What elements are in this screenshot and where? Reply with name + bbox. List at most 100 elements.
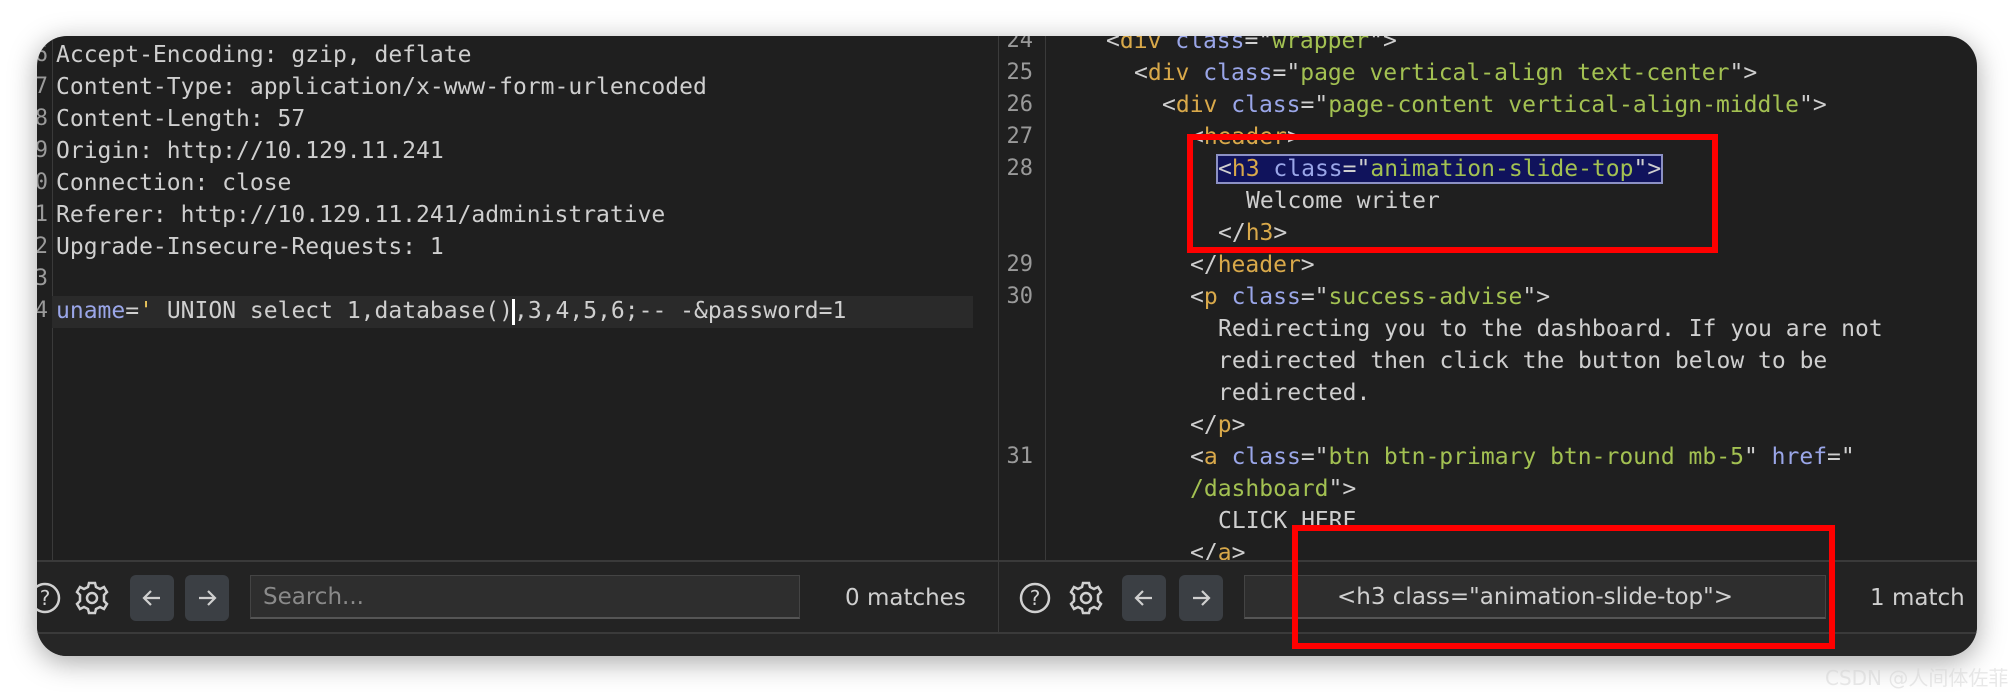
line-number <box>999 537 1033 560</box>
token-txt: Content-Type: application/x-www-form-url… <box>56 74 707 100</box>
request-line: Content-Type: application/x-www-form-url… <box>56 71 707 103</box>
help-button[interactable]: ? <box>1013 575 1057 621</box>
gear-icon <box>75 581 109 615</box>
response-line: redirected. <box>1218 377 1370 409</box>
token-key: uname <box>56 298 126 324</box>
token-txt: "> <box>1729 60 1758 86</box>
token-tag: a <box>1217 540 1232 560</box>
token-txt: UNION select 1,database() <box>152 298 513 324</box>
gutter-divider <box>1045 36 1046 560</box>
response-line: Redirecting you to the dashboard. If you… <box>1218 313 1883 345</box>
token-tag: p <box>1217 412 1232 438</box>
previous-match-button[interactable] <box>130 575 174 621</box>
line-number: 13 <box>37 266 48 291</box>
token-txt: Content-Length: 57 <box>56 106 306 132</box>
line-number: 9 <box>37 138 48 163</box>
token-txt: Redirecting you to the dashboard. If you… <box>1218 316 1883 342</box>
line-number <box>999 185 1033 217</box>
token-txt: =" <box>1244 36 1273 54</box>
token-tag: header <box>1217 252 1301 278</box>
token-val: page vertical-align text-center <box>1300 60 1730 86</box>
line-number: 11 <box>37 202 48 227</box>
line-number <box>999 473 1033 505</box>
response-line: <div class="page-content vertical-align-… <box>1162 89 1827 121</box>
request-editor[interactable]: 6 Accept-Encoding: gzip, deflate 7 Content-… <box>37 36 998 560</box>
token-attr: class <box>1231 92 1301 118</box>
request-line: Accept-Encoding: gzip, deflate <box>56 39 471 71</box>
next-match-button[interactable] <box>185 575 229 621</box>
token-tag: p <box>1203 284 1218 310</box>
line-number: 12 <box>37 234 48 259</box>
response-line: </p> <box>1190 409 1245 441</box>
token-txt: "> <box>1328 476 1357 502</box>
response-line: <div class="wrapper"> <box>1106 36 1397 57</box>
token-tag: a <box>1203 444 1218 470</box>
token-txt: "> <box>1799 92 1827 118</box>
response-editor[interactable]: 24 <div class="wrapper"> 25 <div class="pag… <box>999 36 1977 560</box>
line-number: 31 <box>1006 444 1034 469</box>
token-attr: class <box>1203 60 1273 86</box>
token-txt: redirected. <box>1218 380 1371 406</box>
token-val: success-advise <box>1328 284 1523 310</box>
line-number <box>999 345 1033 377</box>
token-tag: div <box>1147 60 1190 86</box>
token-txt: Upgrade-Insecure-Requests: 1 <box>56 234 444 260</box>
svg-text:?: ? <box>1030 586 1041 610</box>
token-tag: div <box>1119 36 1162 54</box>
annotation-box-h3 <box>1187 134 1718 253</box>
arrow-left-icon <box>142 590 160 606</box>
line-number: 27 <box>1006 124 1034 149</box>
token-tag: div <box>1175 92 1218 118</box>
token-val: btn btn-primary btn-round mb-5 <box>1328 444 1744 470</box>
line-number: 30 <box>1006 284 1034 309</box>
line-number: 14 <box>37 298 48 323</box>
line-number: 7 <box>37 74 48 99</box>
line-number: 10 <box>37 170 48 195</box>
response-line: <div class="page vertical-align text-cen… <box>1134 57 1757 89</box>
request-search-bar: ? 0 matches <box>37 560 998 634</box>
token-txt: Origin: http://10.129.11.241 <box>56 138 444 164</box>
line-number <box>999 377 1033 409</box>
settings-button[interactable] <box>1064 575 1108 621</box>
line-number <box>999 505 1033 537</box>
response-line: </header> <box>1190 249 1315 281</box>
token-txt: < <box>1134 60 1148 86</box>
token-txt: > <box>1231 540 1246 560</box>
token-txt: < <box>1106 36 1120 54</box>
token-txt: "> <box>1369 36 1397 54</box>
arrow-left-icon <box>1134 590 1152 606</box>
response-line: /dashboard"> <box>1190 473 1356 505</box>
next-match-button[interactable] <box>1179 575 1223 621</box>
request-line: Referer: http://10.129.11.241/administra… <box>56 199 665 231</box>
previous-match-button[interactable] <box>1122 575 1166 621</box>
token-txt: =" <box>1272 60 1301 86</box>
line-number <box>999 217 1033 249</box>
token-txt: > <box>1231 412 1246 438</box>
token-txt: < <box>1190 284 1204 310</box>
settings-button[interactable] <box>70 575 114 621</box>
token-txt: Accept-Encoding: gzip, deflate <box>56 42 472 68</box>
token-txt: Connection: close <box>56 170 292 196</box>
help-button[interactable]: ? <box>37 575 67 621</box>
line-number: 28 <box>1006 156 1034 181</box>
token-txt: Referer: http://10.129.11.241/administra… <box>56 202 666 228</box>
match-count: 0 matches <box>845 585 966 611</box>
response-line: <a class="btn btn-primary btn-round mb-5… <box>1190 441 1855 473</box>
token-txt: </ <box>1190 252 1218 278</box>
response-line: redirected then click the button below t… <box>1218 345 1827 377</box>
arrow-right-icon <box>199 590 217 606</box>
line-number: 8 <box>37 106 48 131</box>
request-line: Connection: close <box>56 167 291 199</box>
line-number <box>999 409 1033 441</box>
token-val: /dashboard <box>1190 476 1329 502</box>
help-circle-icon: ? <box>37 582 61 614</box>
token-str: ' <box>139 298 153 324</box>
line-number: 6 <box>37 42 48 67</box>
token-txt: < <box>1190 444 1204 470</box>
request-search-input[interactable] <box>250 575 800 619</box>
request-line: Content-Length: 57 <box>56 103 305 135</box>
